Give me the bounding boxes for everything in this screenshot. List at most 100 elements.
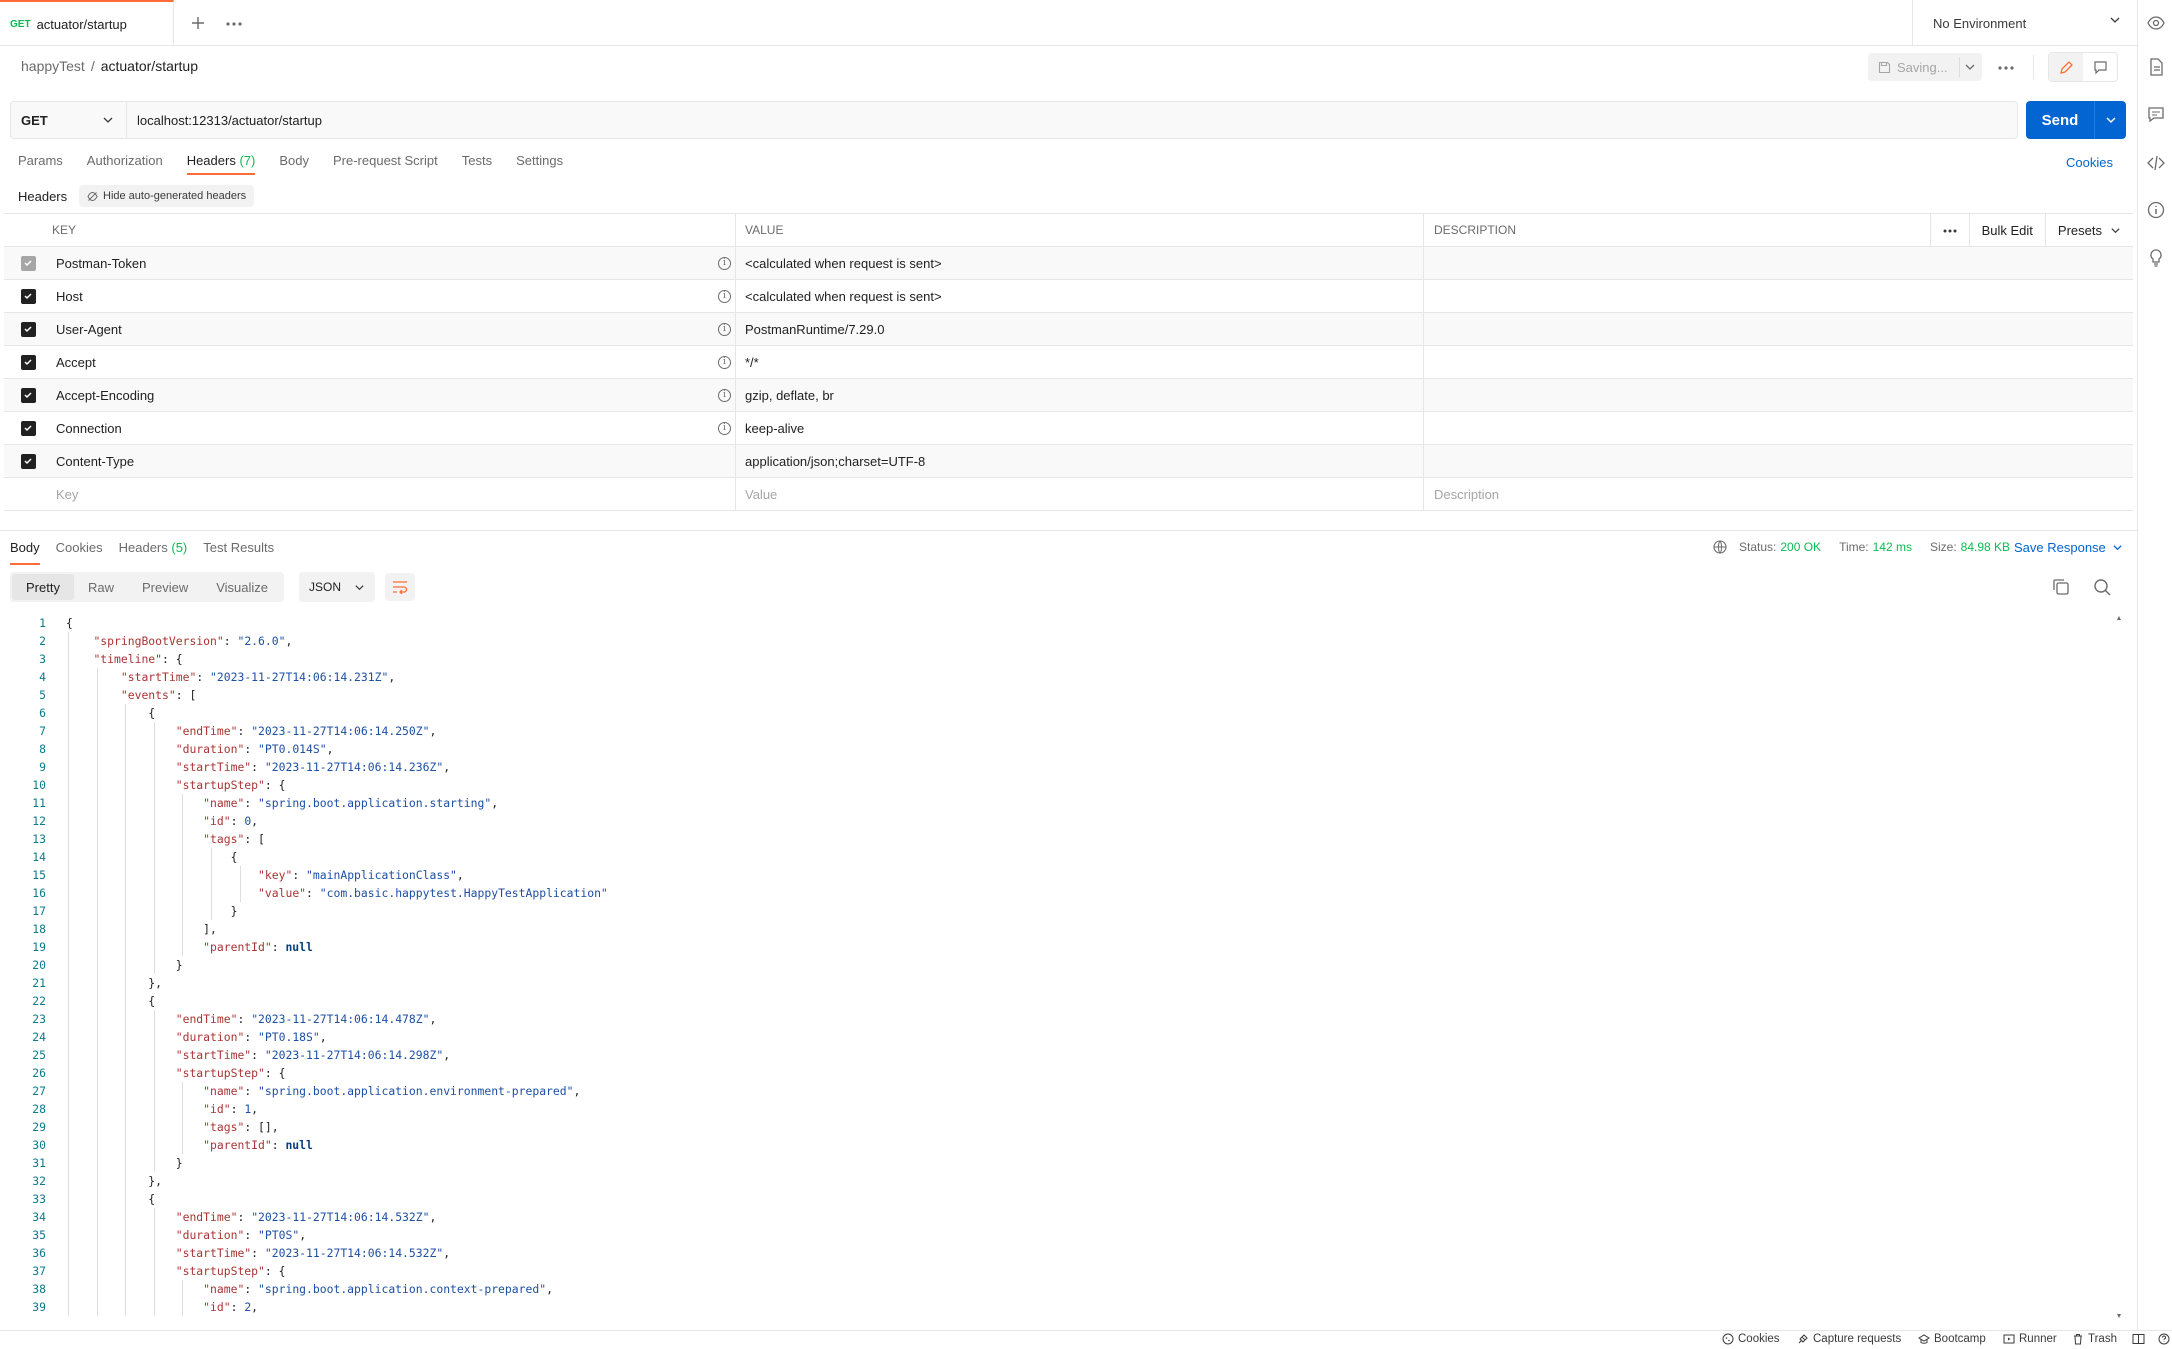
tab-body[interactable]: Body (279, 153, 309, 175)
presets-button[interactable]: Presets (2044, 214, 2133, 247)
header-value[interactable]: <calculated when request is sent> (736, 247, 1424, 279)
row-checkbox[interactable] (20, 321, 36, 337)
response-tab-cookies[interactable]: Cookies (56, 540, 103, 565)
eye-icon[interactable] (2146, 13, 2166, 33)
header-value[interactable]: */* (736, 346, 1424, 378)
info-icon[interactable] (2146, 200, 2166, 220)
header-key[interactable]: Host (56, 289, 83, 304)
header-key[interactable]: Postman-Token (56, 256, 146, 271)
method-select[interactable]: GET (11, 102, 127, 138)
environment-select[interactable]: No Environment (1912, 0, 2137, 46)
table-options-button[interactable] (1929, 214, 1969, 247)
header-key[interactable]: Connection (56, 421, 122, 436)
bulk-edit-button[interactable]: Bulk Edit (1968, 214, 2045, 247)
comment-mode-button[interactable] (2083, 53, 2117, 81)
header-description[interactable] (1424, 445, 2133, 477)
response-body-editor[interactable]: 1{2 "springBootVersion": "2.6.0", 3 "time… (0, 614, 2118, 1320)
chevron-down-icon[interactable] (1964, 61, 1976, 73)
send-button[interactable]: Send (2026, 101, 2126, 139)
status-layout-button[interactable] (2132, 1333, 2145, 1345)
new-key-input[interactable]: Key (56, 487, 78, 502)
code-icon[interactable] (2146, 153, 2166, 173)
view-preview[interactable]: Preview (128, 574, 202, 600)
time-value[interactable]: 142 ms (1873, 540, 1912, 554)
info-icon[interactable]: i (718, 323, 731, 336)
tab-params[interactable]: Params (18, 153, 63, 175)
header-value[interactable]: application/json;charset=UTF-8 (736, 445, 1424, 477)
search-icon[interactable] (2091, 576, 2113, 598)
row-checkbox[interactable] (20, 387, 36, 403)
header-description[interactable] (1424, 412, 2133, 444)
language-select[interactable]: JSON (299, 572, 375, 602)
tab-settings[interactable]: Settings (516, 153, 563, 175)
header-value[interactable]: gzip, deflate, br (736, 379, 1424, 411)
comment-icon[interactable] (2146, 104, 2166, 124)
request-tab[interactable]: GET actuator/startup (0, 0, 174, 46)
info-icon[interactable]: i (718, 356, 731, 369)
code-line: 14 { (0, 848, 2118, 866)
header-description[interactable] (1424, 247, 2133, 279)
header-key[interactable]: User-Agent (56, 322, 122, 337)
header-value[interactable]: keep-alive (736, 412, 1424, 444)
view-visualize[interactable]: Visualize (202, 574, 282, 600)
status-capture-requests[interactable]: Capture requests (1797, 1333, 1901, 1345)
lightbulb-icon[interactable] (2146, 248, 2166, 268)
tab-authorization[interactable]: Authorization (87, 153, 163, 175)
row-checkbox[interactable] (20, 354, 36, 370)
response-tab-test-results[interactable]: Test Results (203, 540, 274, 565)
right-sidebar (2137, 0, 2172, 1330)
new-description-input[interactable]: Description (1434, 487, 1499, 502)
header-value[interactable]: <calculated when request is sent> (736, 280, 1424, 312)
status-trash[interactable]: Trash (2072, 1333, 2117, 1345)
row-checkbox[interactable] (20, 255, 36, 271)
header-description[interactable] (1424, 379, 2133, 411)
tab-tests[interactable]: Tests (462, 153, 492, 175)
hide-auto-generated-label: Hide auto-generated headers (103, 190, 247, 202)
vertical-scrollbar[interactable] (2116, 614, 2122, 1320)
header-key[interactable]: Accept-Encoding (56, 388, 154, 403)
new-value-input[interactable]: Value (745, 487, 777, 502)
request-options-button[interactable] (1992, 53, 2020, 81)
header-description[interactable] (1424, 313, 2133, 345)
header-description[interactable] (1424, 280, 2133, 312)
copy-icon[interactable] (2050, 576, 2072, 598)
wrap-lines-button[interactable] (385, 573, 415, 601)
row-checkbox[interactable] (20, 420, 36, 436)
row-checkbox[interactable] (20, 453, 36, 469)
save-button[interactable]: Saving... (1868, 53, 1982, 81)
row-checkbox[interactable] (20, 288, 36, 304)
send-options-button[interactable] (2095, 114, 2126, 126)
code-text: { (66, 850, 238, 864)
edit-mode-button[interactable] (2049, 53, 2083, 81)
status-cookies[interactable]: Cookies (1722, 1333, 1780, 1345)
url-input[interactable] (127, 102, 2017, 138)
header-value[interactable]: PostmanRuntime/7.29.0 (736, 313, 1424, 345)
info-icon[interactable]: i (718, 290, 731, 303)
status-value[interactable]: 200 OK (1780, 540, 1821, 554)
status-bootcamp[interactable]: Bootcamp (1918, 1333, 1986, 1345)
header-description[interactable] (1424, 346, 2133, 378)
tab-options-button[interactable] (220, 11, 248, 35)
response-tab-body[interactable]: Body (10, 540, 40, 565)
view-pretty[interactable]: Pretty (12, 574, 74, 600)
response-tab-headers[interactable]: Headers (5) (119, 540, 188, 565)
status-runner[interactable]: Runner (2003, 1333, 2057, 1345)
info-icon[interactable]: i (718, 389, 731, 402)
breadcrumb-collection[interactable]: happyTest (21, 58, 85, 74)
breadcrumb-request[interactable]: actuator/startup (101, 58, 198, 74)
hide-auto-generated-button[interactable]: Hide auto-generated headers (79, 185, 255, 207)
globe-icon[interactable] (1713, 540, 1727, 554)
info-icon[interactable]: i (718, 422, 731, 435)
save-response-button[interactable]: Save Response (2014, 540, 2123, 555)
size-value[interactable]: 84.98 KB (1961, 540, 2010, 554)
view-raw[interactable]: Raw (74, 574, 128, 600)
tab-pre-request-script[interactable]: Pre-request Script (333, 153, 438, 175)
tab-headers[interactable]: Headers (7) (186, 153, 256, 175)
new-tab-button[interactable] (186, 11, 210, 35)
header-key[interactable]: Content-Type (56, 454, 134, 469)
header-key[interactable]: Accept (56, 355, 96, 370)
status-help-button[interactable] (2158, 1333, 2170, 1345)
info-icon[interactable]: i (718, 257, 731, 270)
document-icon[interactable] (2146, 57, 2166, 77)
cookies-link[interactable]: Cookies (2066, 155, 2113, 170)
